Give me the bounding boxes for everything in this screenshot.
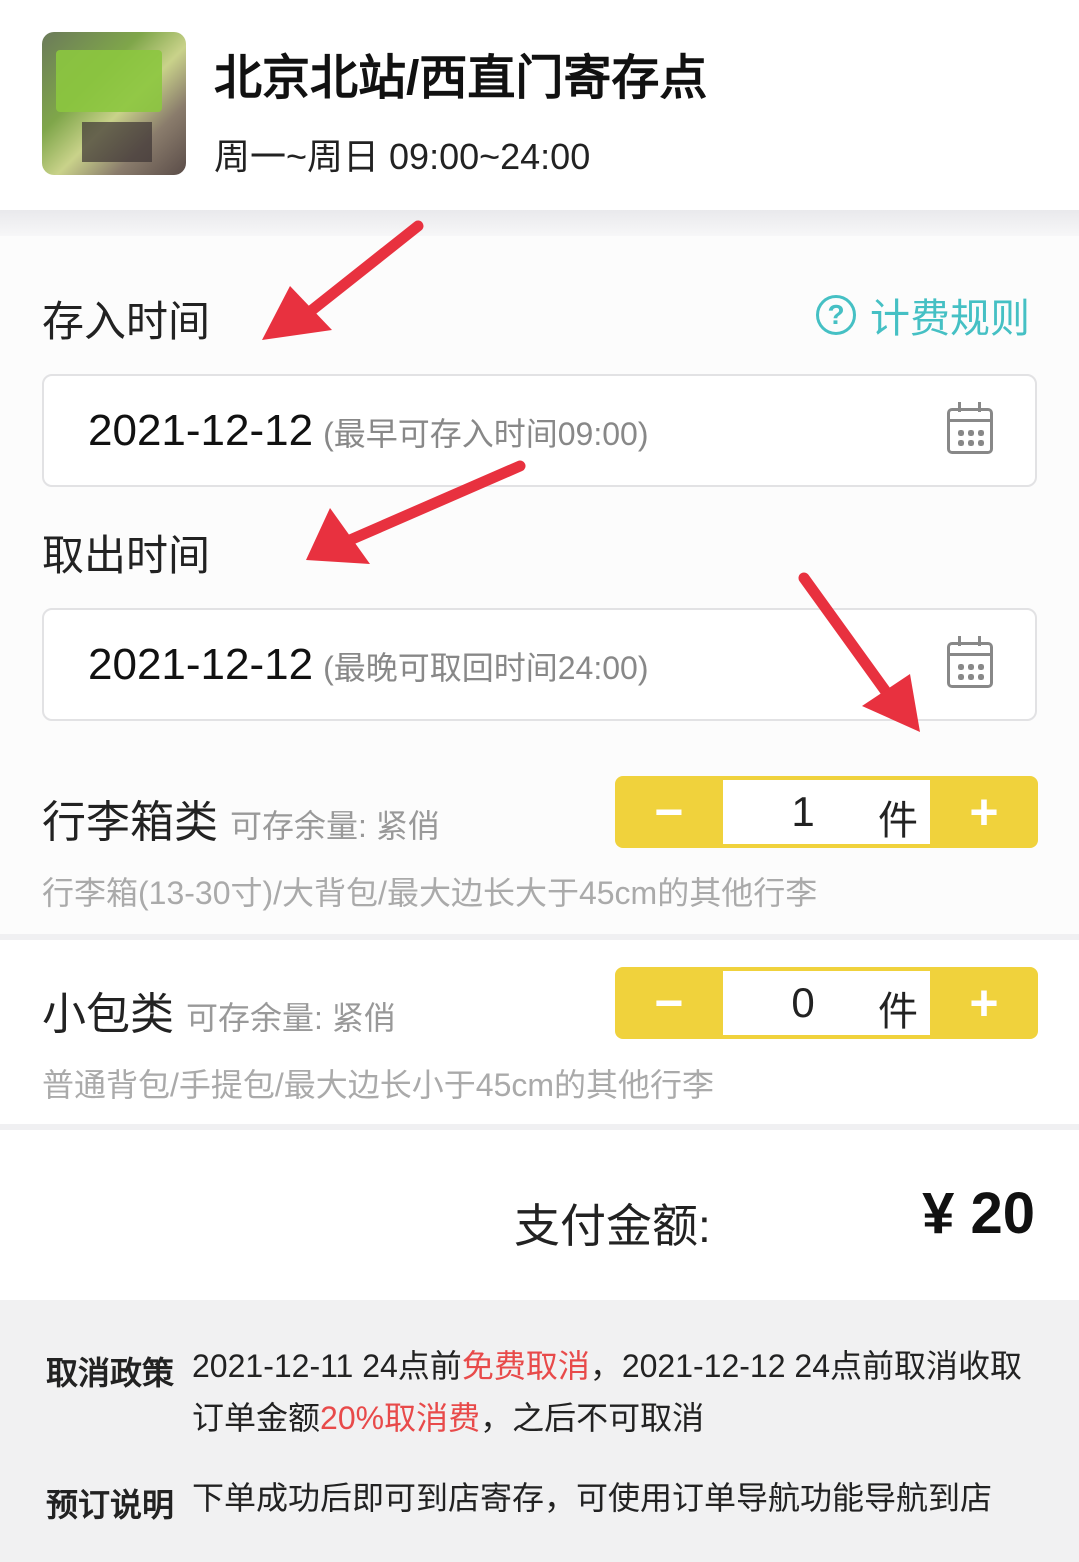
store-header: 北京北站/西直门寄存点 周一~周日 09:00~24:00 — [0, 0, 1079, 210]
store-entrance-image — [82, 122, 152, 162]
luggage-increment-button[interactable]: + — [930, 776, 1038, 848]
checkin-hint: (最早可存入时间09:00) — [323, 416, 649, 452]
cancel-fee-highlight: 20%取消费 — [320, 1400, 481, 1436]
small-bag-quantity: 0 — [791, 979, 815, 1026]
luggage-quantity-stepper: − 1 件 + — [615, 776, 1038, 848]
store-thumbnail[interactable] — [42, 32, 186, 175]
checkout-date: 2021-12-12 — [88, 640, 314, 689]
luggage-quantity-display[interactable]: 1 件 — [723, 780, 930, 844]
small-bag-decrement-button[interactable]: − — [615, 967, 723, 1039]
cancel-text-part: 2021-12-11 24点前 — [192, 1348, 462, 1384]
pricing-rules-label: 计费规则 — [870, 297, 1030, 341]
small-bag-quantity-stepper: − 0 件 + — [615, 967, 1038, 1039]
checkin-label: 存入时间 — [42, 298, 211, 345]
luggage-quantity: 1 — [791, 788, 815, 835]
checkout-hint: (最晚可取回时间24:00) — [323, 650, 649, 686]
checkin-date-field[interactable]: 2021-12-12 (最早可存入时间09:00) — [42, 374, 1037, 487]
store-title: 北京北站/西直门寄存点 — [214, 52, 708, 105]
category-divider — [0, 934, 1079, 940]
section-divider — [0, 210, 1079, 236]
help-icon: ? — [816, 295, 856, 335]
luggage-name: 行李箱类 — [42, 798, 218, 847]
calendar-icon[interactable] — [947, 636, 993, 688]
small-bag-availability: 可存余量: 紧俏 — [186, 1000, 396, 1036]
free-cancel-highlight: 免费取消 — [461, 1348, 590, 1384]
luggage-availability: 可存余量: 紧俏 — [230, 808, 440, 844]
cancel-text-part: ，之后不可取消 — [480, 1400, 705, 1436]
cancel-policy-text: 2021-12-11 24点前免费取消，2021-12-12 24点前取消收取订… — [192, 1340, 1052, 1444]
pricing-rules-link[interactable]: ? 计费规则 — [816, 292, 1030, 341]
checkout-date-value: 2021-12-12 (最晚可取回时间24:00) — [88, 640, 648, 690]
small-bag-category: 小包类 可存余量: 紧俏 — [42, 978, 396, 1042]
calendar-icon[interactable] — [947, 402, 993, 454]
store-hours: 周一~周日 09:00~24:00 — [214, 136, 591, 177]
checkout-date-field[interactable]: 2021-12-12 (最晚可取回时间24:00) — [42, 608, 1037, 721]
payment-label: 支付金额: — [514, 1200, 711, 1252]
store-sign-image — [56, 50, 162, 112]
checkout-label: 取出时间 — [42, 532, 211, 579]
cancel-policy-label: 取消政策 — [46, 1355, 175, 1391]
policy-section: 取消政策 2021-12-11 24点前免费取消，2021-12-12 24点前… — [0, 1300, 1079, 1562]
small-bag-increment-button[interactable]: + — [930, 967, 1038, 1039]
luggage-unit: 件 — [878, 799, 918, 843]
payment-summary: 支付金额: ¥ 20 — [0, 1130, 1079, 1300]
small-bag-quantity-display[interactable]: 0 件 — [723, 971, 930, 1035]
small-bag-name: 小包类 — [42, 990, 174, 1039]
luggage-description: 行李箱(13-30寸)/大背包/最大边长大于45cm的其他行李 — [42, 875, 818, 911]
booking-notes-label: 预订说明 — [46, 1487, 175, 1523]
small-bag-description: 普通背包/手提包/最大边长小于45cm的其他行李 — [42, 1067, 715, 1103]
checkin-date-value: 2021-12-12 (最早可存入时间09:00) — [88, 406, 648, 456]
luggage-decrement-button[interactable]: − — [615, 776, 723, 848]
booking-notes-text: 下单成功后即可到店寄存，可使用订单导航功能导航到店 — [192, 1480, 993, 1516]
payment-amount: ¥ 20 — [922, 1181, 1035, 1246]
small-bag-unit: 件 — [878, 990, 918, 1034]
luggage-category: 行李箱类 可存余量: 紧俏 — [42, 786, 440, 850]
checkin-date: 2021-12-12 — [88, 406, 314, 455]
